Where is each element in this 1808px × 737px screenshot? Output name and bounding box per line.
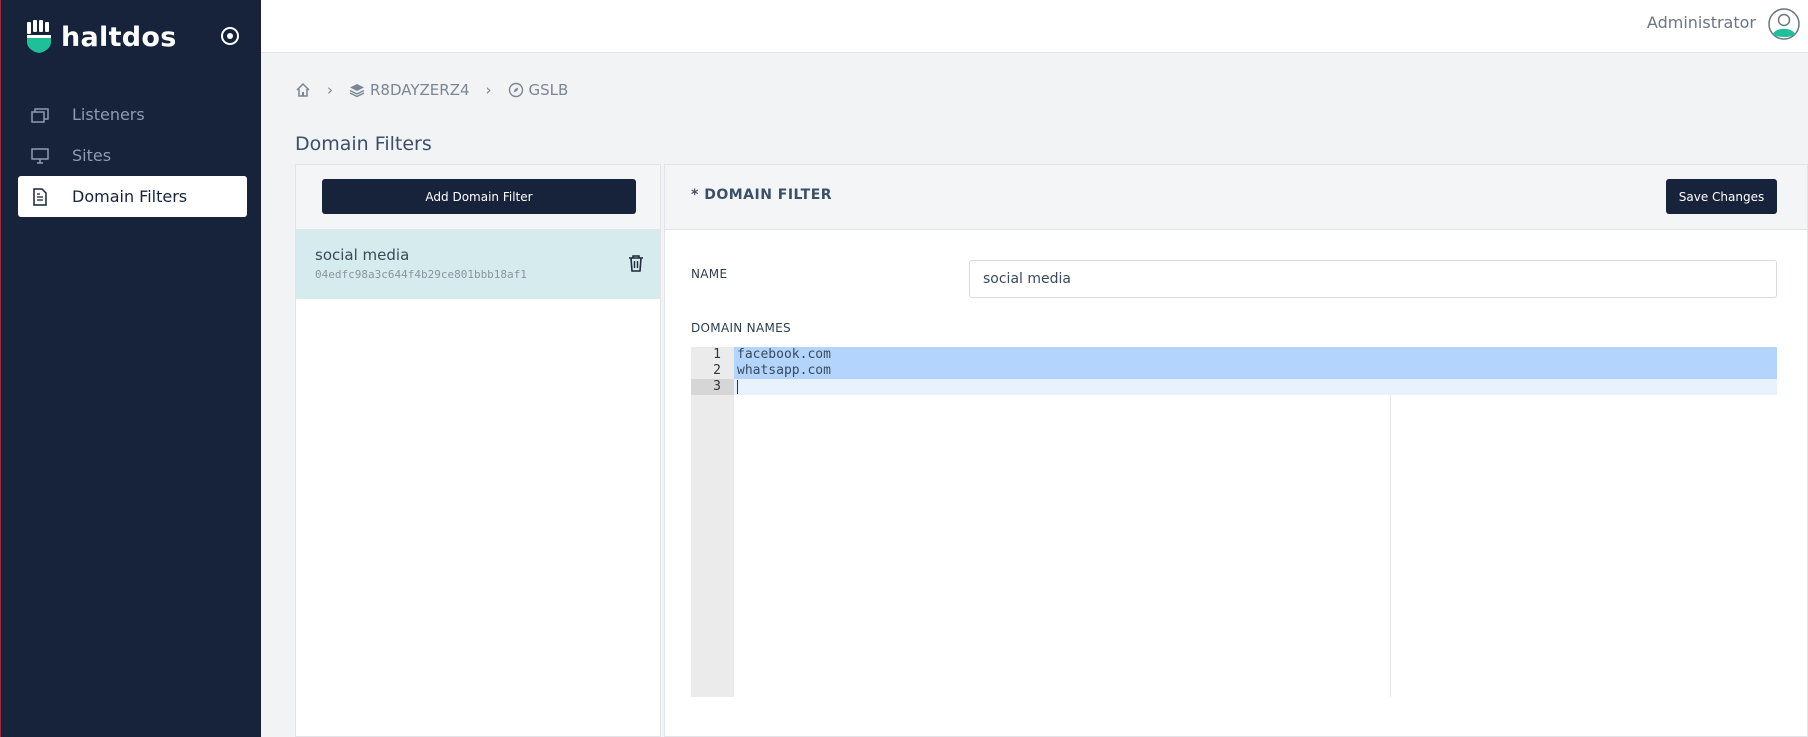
document-icon (30, 187, 50, 207)
name-input[interactable]: social media (969, 260, 1777, 298)
add-domain-filter-button[interactable]: Add Domain Filter (322, 179, 636, 214)
filter-id: 04edfc98a3c644f4b29ce801bbb18af1 (315, 268, 527, 281)
sidebar-item-sites[interactable]: Sites (18, 135, 247, 176)
list-item[interactable]: social media 04edfc98a3c644f4b29ce801bbb… (296, 230, 660, 299)
windows-icon (30, 105, 50, 125)
user-name[interactable]: Administrator (1647, 13, 1756, 32)
sidebar-item-label: Domain Filters (72, 187, 188, 206)
domain-names-editor[interactable]: 1 facebook.com 2 whatsapp.com 3 (691, 347, 1777, 697)
sidebar-item-listeners[interactable]: Listeners (18, 94, 247, 135)
sidebar-item-label: Sites (72, 146, 112, 165)
page-title: Domain Filters (295, 133, 432, 155)
detail-header: * DOMAIN FILTER Save Changes (665, 165, 1807, 230)
breadcrumb-item-module[interactable]: GSLB (508, 81, 569, 99)
text-cursor (737, 380, 738, 394)
layers-icon (349, 82, 365, 98)
sidebar-item-label: Listeners (72, 105, 145, 124)
brand-name: haltdos (61, 21, 177, 53)
breadcrumb-item-project[interactable]: R8DAYZERZ4 (349, 81, 470, 99)
breadcrumb-home[interactable] (295, 82, 311, 98)
domain-filter-detail-panel: * DOMAIN FILTER Save Changes NAME social… (664, 164, 1808, 737)
monitor-icon (30, 146, 50, 166)
editor-line: 3 (691, 379, 1777, 395)
brand-logo[interactable]: haltdos (25, 20, 177, 54)
home-icon (296, 82, 310, 97)
domain-filter-list-panel: Add Domain Filter social media 04edfc98a… (295, 164, 661, 737)
top-bar: Administrator (261, 0, 1808, 53)
breadcrumb: › R8DAYZERZ4 › GSLB (295, 81, 568, 99)
save-changes-button[interactable]: Save Changes (1666, 179, 1777, 214)
name-label: NAME (691, 267, 728, 281)
line-text: whatsapp.com (737, 363, 831, 378)
print-margin (1390, 395, 1391, 697)
avatar-icon[interactable] (1768, 8, 1800, 40)
sidebar-toggle-icon[interactable] (219, 25, 241, 47)
trash-icon[interactable] (628, 254, 644, 272)
editor-gutter (691, 347, 734, 697)
domain-names-label: DOMAIN NAMES (691, 321, 791, 335)
list-header: Add Domain Filter (296, 165, 660, 230)
breadcrumb-separator: › (327, 81, 333, 99)
editor-line: 1 facebook.com (691, 347, 1777, 363)
compass-icon (508, 82, 524, 98)
filter-name: social media (315, 246, 410, 264)
sidebar: haltdos Listeners Sites Domain Filters (0, 0, 261, 737)
sidebar-item-domain-filters[interactable]: Domain Filters (18, 176, 247, 217)
haltdos-logo-icon (27, 20, 51, 53)
line-text: facebook.com (737, 347, 831, 362)
line-number: 3 (713, 379, 721, 394)
detail-title: * DOMAIN FILTER (691, 187, 833, 203)
breadcrumb-label: GSLB (528, 81, 569, 99)
line-number: 2 (713, 363, 721, 378)
breadcrumb-label: R8DAYZERZ4 (370, 81, 470, 99)
breadcrumb-separator: › (485, 81, 492, 99)
editor-line: 2 whatsapp.com (691, 363, 1777, 379)
line-number: 1 (713, 347, 721, 362)
